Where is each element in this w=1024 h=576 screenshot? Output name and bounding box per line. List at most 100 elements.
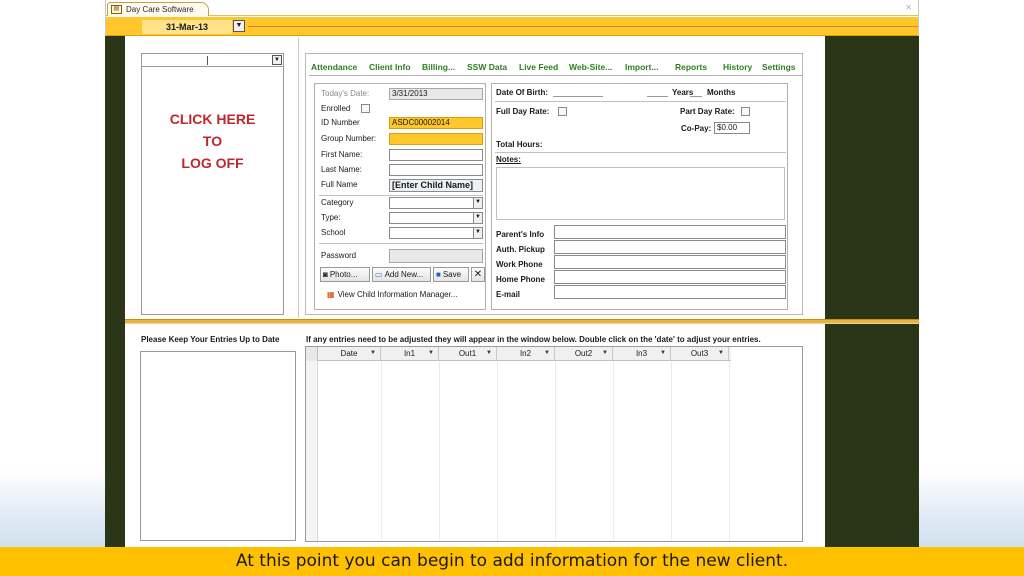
category-select[interactable]: ▼ [389,197,483,209]
col-in2[interactable]: In2 ▼ [497,347,555,361]
combo-divider [207,56,208,65]
chevron-down-icon[interactable]: ▼ [370,347,376,360]
nav-history[interactable]: History [723,62,752,72]
first-name-label: First Name: [321,150,363,159]
first-name-field[interactable] [389,149,483,161]
logoff-button[interactable]: CLICK HERE TO LOG OFF [142,108,283,174]
date-dropdown-button[interactable]: ▼ [233,20,245,32]
full-name-label: Full Name [321,180,358,189]
full-name-field[interactable]: [Enter Child Name] [389,179,483,192]
notes-label: Notes: [496,155,521,164]
col-in3-label: In3 [635,349,648,358]
add-new-button-label: Add New... [384,270,424,279]
app-document-tab[interactable]: ▤ Day Care Software [107,2,209,16]
col-in3[interactable]: In3 ▼ [613,347,671,361]
left-dark-margin [105,36,125,548]
nav-reports[interactable]: Reports [675,62,707,72]
auth-pickup-label: Auth. Pickup [496,245,545,254]
details-divider [495,101,786,102]
part-day-rate-label: Part Day Rate: [680,107,735,116]
parents-info-field[interactable] [554,225,786,239]
nav-website[interactable]: Web-Site... [569,62,612,72]
work-phone-field[interactable] [554,255,786,269]
nav-attendance[interactable]: Attendance [311,62,357,72]
copay-field[interactable]: $0.00 [714,122,750,134]
chevron-down-icon[interactable]: ▼ [486,347,492,360]
close-icon: ✕ [473,269,483,280]
logoff-line-1: CLICK HERE [169,111,256,127]
form-icon: ▤ [111,5,122,14]
chevron-down-icon[interactable]: ▼ [660,347,666,360]
user-combo-dropdown[interactable]: ▼ [272,55,282,65]
last-name-field[interactable] [389,164,483,176]
date-bar-divider [248,26,918,27]
home-phone-field[interactable] [554,270,786,284]
home-phone-label: Home Phone [496,275,545,284]
password-label: Password [321,251,357,260]
form-divider [319,195,483,196]
col-out3[interactable]: Out3 ▼ [671,347,729,361]
chevron-down-icon: ▼ [235,22,243,29]
auth-pickup-field[interactable] [554,240,786,254]
col-out1-label: Out1 [458,349,477,358]
total-hours-label: Total Hours: [496,140,543,149]
close-icon[interactable]: ✕ [905,3,912,12]
logoff-line-2: TO [202,133,223,149]
save-icon: ■ [436,270,441,279]
grid-col-line [729,361,730,541]
school-select[interactable]: ▼ [389,227,483,239]
type-select[interactable]: ▼ [389,212,483,224]
chevron-down-icon[interactable]: ▼ [428,347,434,360]
enrolled-checkbox[interactable] [361,104,370,113]
email-field[interactable] [554,285,786,299]
adjust-entries-instructions: If any entries need to be adjusted they … [306,335,761,344]
add-new-button[interactable]: ▭ Add New... [372,267,431,282]
notes-field[interactable] [496,167,785,220]
copay-label: Co-Pay: [681,124,712,133]
save-button[interactable]: ■ Save [433,267,469,282]
photo-button[interactable]: ◙ Photo... [320,267,370,282]
email-label: E-mail [496,290,521,299]
select-all-cell[interactable] [306,347,318,361]
type-label: Type: [321,213,341,222]
main-nav: Attendance Client Info Billing... SSW Da… [309,60,803,76]
logoff-line-3: LOG OFF [181,155,244,171]
view-child-info-manager-link[interactable]: ▦ View Child Information Manager... [327,290,457,299]
close-form-button[interactable]: ✕ [471,267,485,282]
chevron-down-icon[interactable]: ▼ [602,347,608,360]
current-date-field[interactable]: 31-Mar-13 [142,20,232,34]
panel-divider [298,38,299,318]
user-combo[interactable]: ▼ [142,54,283,67]
nav-underline [309,75,803,76]
col-in1[interactable]: In1 ▼ [381,347,439,361]
nav-billing[interactable]: Billing... [422,62,455,72]
chevron-down-icon[interactable]: ▼ [718,347,724,360]
part-day-rate-checkbox[interactable] [741,107,750,116]
view-link-label: View Child Information Manager... [337,290,458,299]
nav-client-info[interactable]: Client Info [369,62,411,72]
row-selector-column [306,361,318,541]
chevron-down-icon[interactable]: ▼ [544,347,550,360]
manager-icon: ▦ [327,290,335,299]
full-day-rate-checkbox[interactable] [558,107,567,116]
nav-settings[interactable]: Settings [762,62,796,72]
logoff-panel[interactable]: ▼ CLICK HERE TO LOG OFF [141,53,284,315]
save-button-label: Save [442,270,462,279]
todays-date-field: 3/31/2013 [389,88,483,100]
col-out1[interactable]: Out1 ▼ [439,347,497,361]
dob-field[interactable] [553,96,603,97]
col-out2[interactable]: Out2 ▼ [555,347,613,361]
nav-ssw-data[interactable]: SSW Data [467,62,507,72]
time-entries-grid[interactable]: Date ▼ In1 ▼ Out1 ▼ In2 ▼ Out2 ▼ In3 ▼ Out3 ▼ [305,346,803,542]
entries-reminder-title: Please Keep Your Entries Up to Date [141,335,280,344]
col-date[interactable]: Date ▼ [318,347,381,361]
nav-live-feed[interactable]: Live Feed [519,62,558,72]
id-number-field[interactable]: ASDC00002014 [389,117,483,129]
nav-import[interactable]: Import... [625,62,659,72]
password-field[interactable] [389,249,483,263]
client-upper-section: ▼ CLICK HERE TO LOG OFF Attendance Clien… [125,38,825,318]
chevron-down-icon: ▼ [473,198,482,208]
camera-icon: ◙ [323,270,328,279]
group-number-field[interactable] [389,133,483,145]
chevron-down-icon: ▼ [274,57,280,63]
